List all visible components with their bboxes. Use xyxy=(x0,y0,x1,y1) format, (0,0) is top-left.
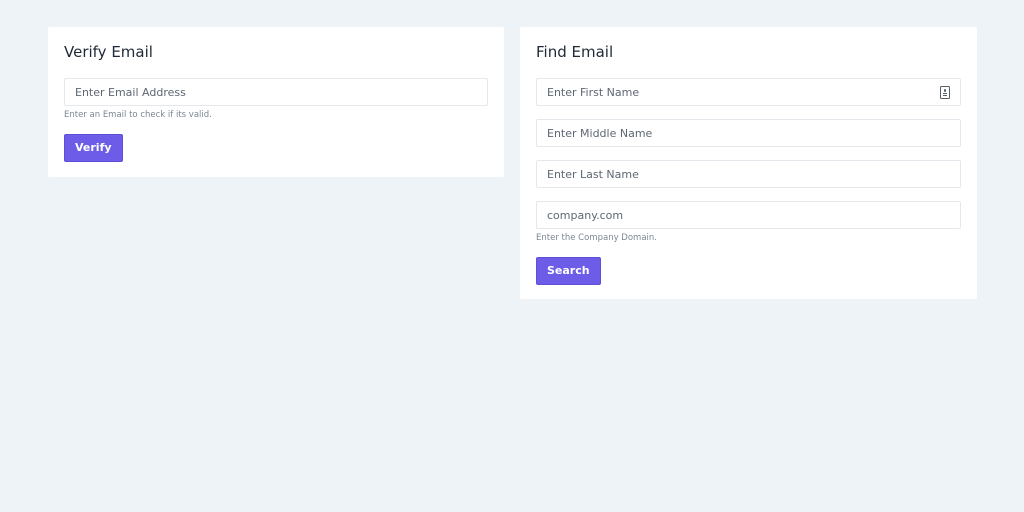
contact-card-icon[interactable] xyxy=(940,86,950,99)
middle-name-input[interactable] xyxy=(537,120,960,146)
verify-email-title: Verify Email xyxy=(64,43,153,61)
email-field-wrapper xyxy=(64,78,488,106)
verify-button[interactable]: Verify xyxy=(64,134,123,162)
last-name-field-wrapper xyxy=(536,160,961,188)
first-name-input[interactable] xyxy=(537,79,960,105)
find-email-card: Find Email Enter the Company Domain. Sea… xyxy=(520,27,977,299)
domain-field-wrapper xyxy=(536,201,961,229)
domain-input[interactable] xyxy=(537,202,960,228)
verify-email-card: Verify Email Enter an Email to check if … xyxy=(48,27,504,177)
middle-name-field-wrapper xyxy=(536,119,961,147)
domain-help-text: Enter the Company Domain. xyxy=(536,233,657,243)
first-name-field-wrapper xyxy=(536,78,961,106)
search-button[interactable]: Search xyxy=(536,257,601,285)
email-help-text: Enter an Email to check if its valid. xyxy=(64,110,212,120)
last-name-input[interactable] xyxy=(537,161,960,187)
find-email-title: Find Email xyxy=(536,43,614,61)
email-input[interactable] xyxy=(65,79,487,105)
